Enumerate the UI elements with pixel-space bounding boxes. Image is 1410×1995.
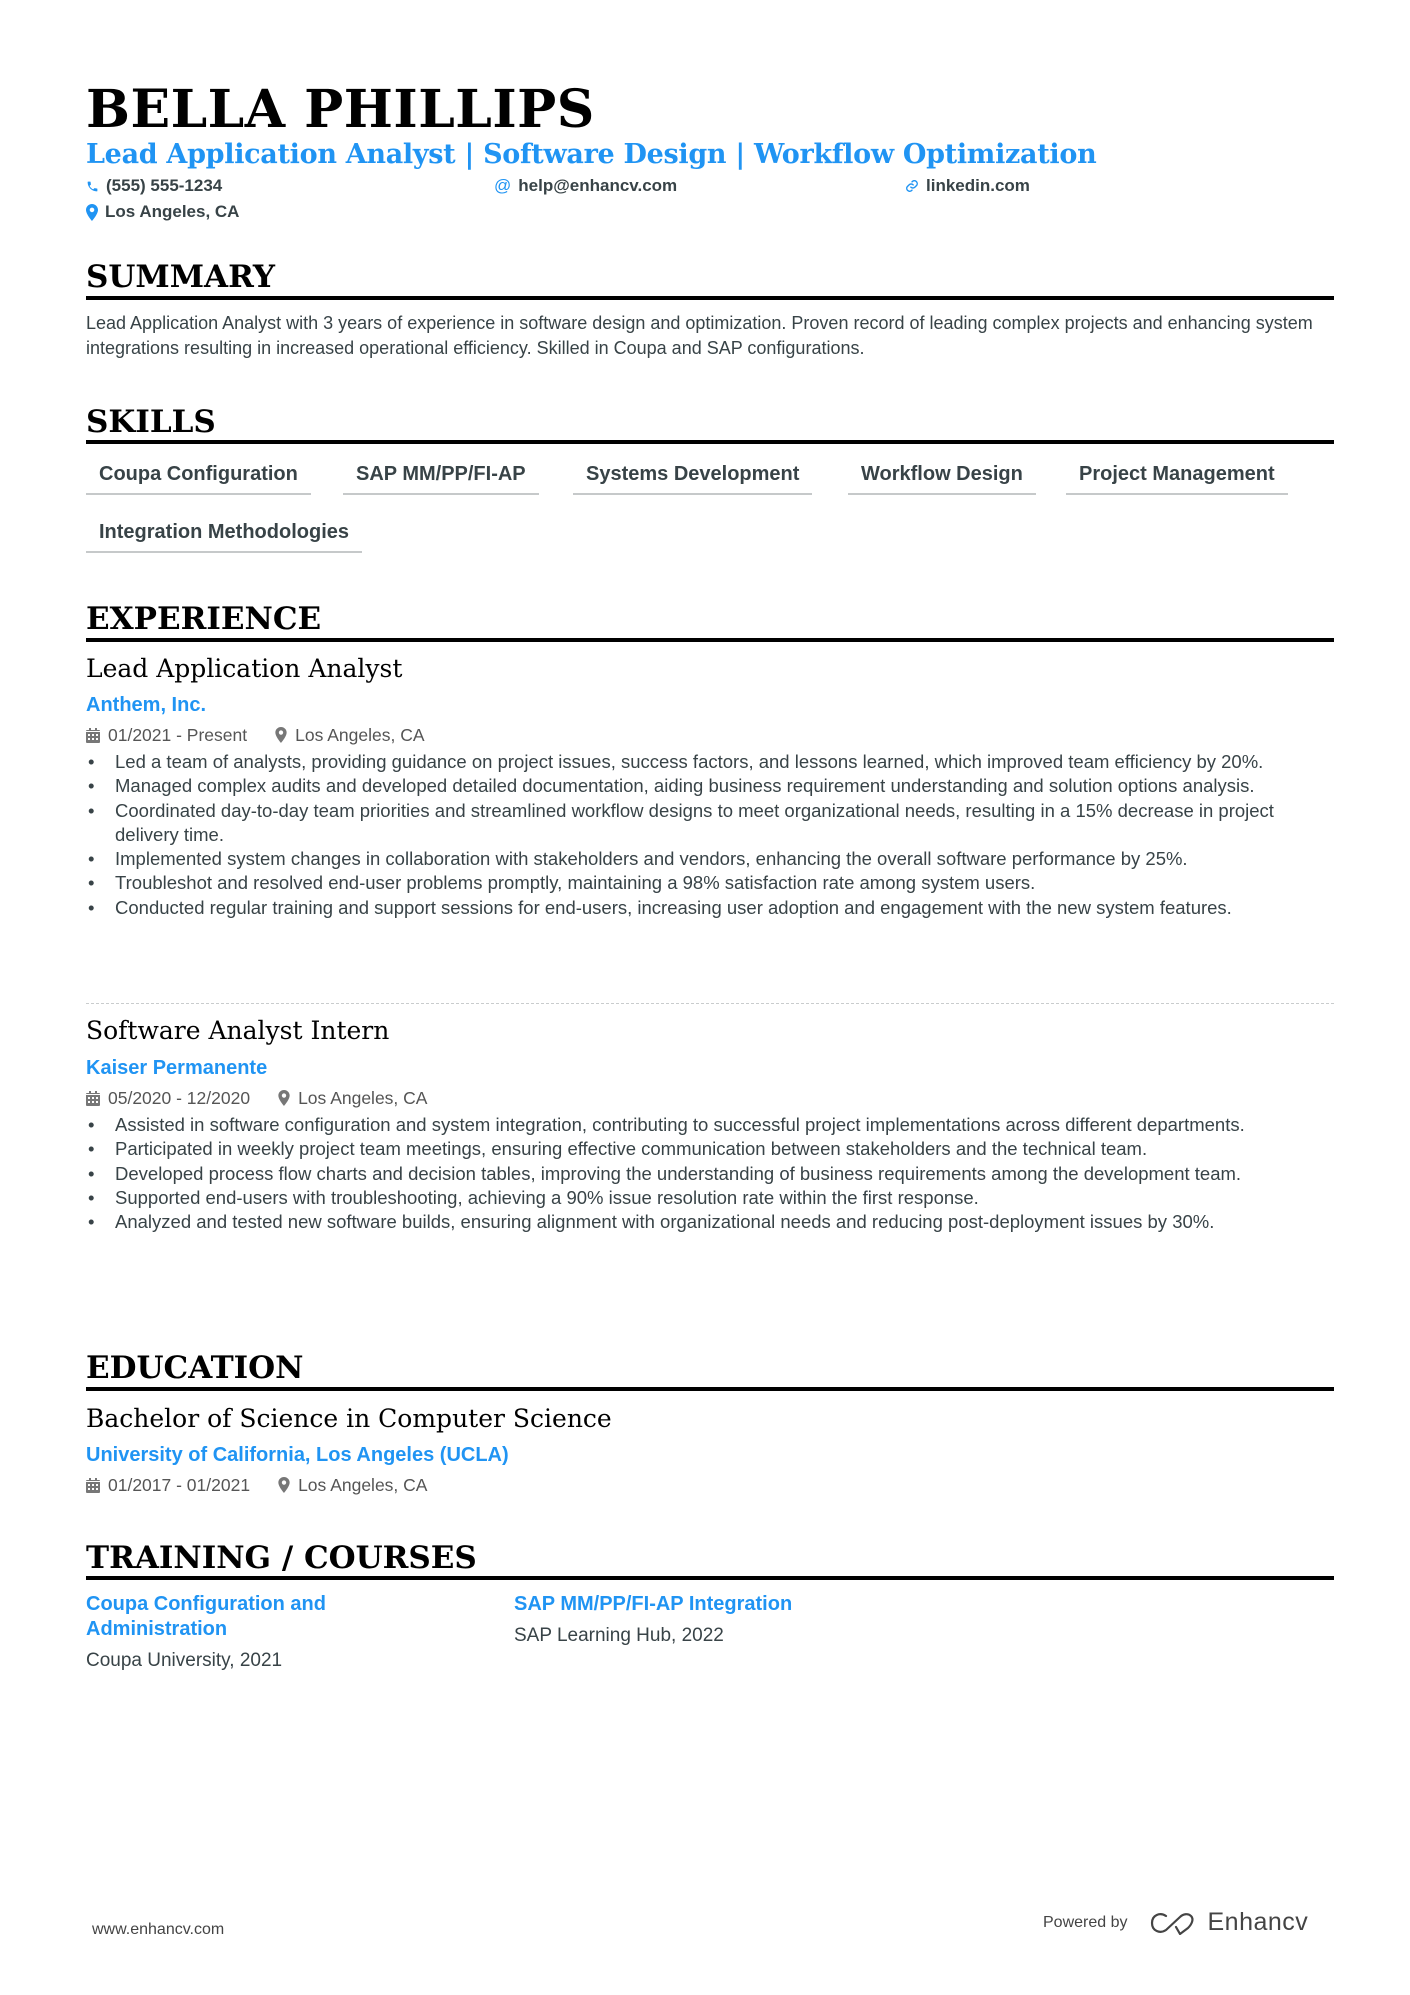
enhancv-brand-text: Enhancv [1207,1908,1309,1936]
job-dates: 01/2021 - Present [108,724,248,745]
experience-divider [86,638,1334,642]
course-item: Coupa Configuration and Administration C… [86,1592,386,1673]
map-pin-icon [275,727,287,743]
enhancv-logo-icon [1150,1912,1194,1935]
course-title: SAP MM/PP/FI-AP Integration [514,1593,793,1615]
experience-heading: EXPERIENCE [86,601,322,637]
job-location: Los Angeles, CA [298,1087,428,1108]
bullet-item: Assisted in software configuration and s… [86,1113,1336,1138]
bullet-item: Participated in weekly project team meet… [86,1137,1336,1162]
course-provider: Coupa University, 2021 [86,1650,283,1671]
education-meta: 01/2017 - 01/2021 Los Angeles, CA [86,1474,455,1496]
course-provider: SAP Learning Hub, 2022 [514,1625,724,1646]
skill-tag: Coupa Configuration [86,459,311,495]
contact-location: Los Angeles, CA [86,201,239,223]
phone-text: (555) 555-1234 [106,176,223,195]
bullet-item: Supported end-users with troubleshooting… [86,1186,1336,1211]
bullet-item: Developed process flow charts and decisi… [86,1162,1336,1187]
school-name: University of California, Los Angeles (U… [86,1444,509,1466]
education-location: Los Angeles, CA [298,1474,428,1495]
job-meta: 01/2021 - Present Los Angeles, CA [86,724,453,746]
bullet-item: Led a team of analysts, providing guidan… [86,750,1336,775]
education-heading: EDUCATION [86,1350,304,1386]
phone-icon [87,181,98,191]
job-bullets: Assisted in software configuration and s… [86,1113,1336,1235]
skills-divider [86,440,1334,444]
bullet-item: Conducted regular training and support s… [86,896,1336,921]
footer-branding: Powered by Enhancv [1043,1908,1308,1937]
map-pin-icon [86,203,98,221]
summary-text: Lead Application Analyst with 3 years of… [86,313,1313,358]
enhancv-logo[interactable]: Enhancv [1150,1908,1309,1937]
summary-heading: SUMMARY [86,259,276,295]
skills-heading: SKILLS [86,404,216,440]
linkedin-text[interactable]: linkedin.com [926,176,1030,196]
summary-divider [86,296,1334,300]
training-heading: TRAINING / COURSES [86,1540,477,1576]
calendar-icon [86,727,100,743]
skill-tag: Systems Development [573,459,813,495]
job-title: Software Analyst Intern [86,1016,390,1045]
footer-website-link[interactable]: www.enhancv.com [92,1921,224,1939]
powered-by-label: Powered by [1043,1913,1128,1931]
map-pin-icon [278,1477,290,1493]
course-title: Coupa Configuration and Administration [86,1593,326,1640]
location-text: Los Angeles, CA [105,202,240,221]
skill-tag: Project Management [1066,459,1288,495]
job-bullets: Led a team of analysts, providing guidan… [86,750,1336,920]
job-title: Lead Application Analyst [86,654,403,683]
bullet-item: Coordinated day-to-day team priorities a… [86,799,1336,848]
training-divider [86,1576,1334,1580]
skill-tag: Integration Methodologies [86,517,362,553]
candidate-name: BELLA PHILLIPS [86,79,595,140]
bullet-item: Analyzed and tested new software builds,… [86,1210,1336,1235]
education-divider [86,1387,1334,1391]
bullet-item: Implemented system changes in collaborat… [86,847,1336,872]
map-pin-icon [278,1090,290,1106]
candidate-headline: Lead Application Analyst | Software Desi… [86,139,1097,170]
calendar-icon [86,1477,100,1493]
bullet-item: Managed complex audits and developed det… [86,774,1336,799]
at-icon: @ [494,176,512,195]
link-icon [906,180,918,192]
degree-title: Bachelor of Science in Computer Science [86,1404,612,1433]
contact-phone: (555) 555-1234 [86,175,222,197]
job-meta: 05/2020 - 12/2020 Los Angeles, CA [86,1087,455,1109]
company-name: Anthem, Inc. [86,694,207,716]
contact-email[interactable]: @ help@enhancv.com [494,175,677,197]
email-text[interactable]: help@enhancv.com [518,176,677,196]
course-item: SAP MM/PP/FI-AP Integration SAP Learning… [514,1592,934,1648]
skill-tag: Workflow Design [848,459,1036,495]
skill-tag: SAP MM/PP/FI-AP [343,459,539,495]
contact-linkedin[interactable]: linkedin.com [905,175,1030,197]
job-separator [86,1003,1334,1004]
bullet-item: Troubleshot and resolved end-user proble… [86,871,1336,896]
job-dates: 05/2020 - 12/2020 [108,1087,251,1108]
company-name: Kaiser Permanente [86,1057,268,1079]
job-location: Los Angeles, CA [295,724,425,745]
education-dates: 01/2017 - 01/2021 [108,1474,251,1495]
calendar-icon [86,1090,100,1106]
